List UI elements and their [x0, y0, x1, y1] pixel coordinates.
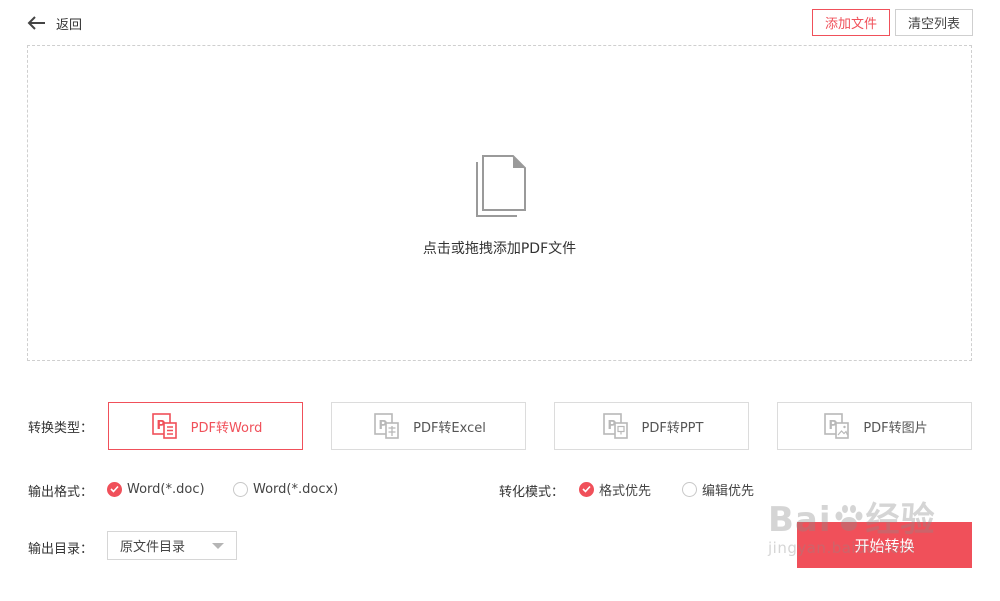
type-card-pdf-image[interactable]: P PDF转图片 [777, 402, 972, 450]
format-docx-label: Word(*.docx) [253, 481, 339, 497]
convert-type-label: 转换类型： [28, 421, 94, 436]
radio-checked-icon [107, 481, 122, 497]
radio-unchecked-icon [233, 481, 248, 497]
pdf-word-icon: P [151, 413, 177, 439]
type-card-pdf-word[interactable]: P PDF转Word [108, 402, 303, 450]
file-drop-zone[interactable]: 点击或拖拽添加PDF文件 [27, 45, 972, 361]
type-label-word: PDF转Word [190, 420, 263, 436]
output-format-label: 输出格式： [28, 485, 94, 500]
format-doc-label: Word(*.doc) [127, 481, 205, 497]
back-label: 返回 [56, 17, 83, 33]
mode-edit-first-label: 编辑优先 [702, 483, 755, 499]
mode-radio-format-first[interactable]: 格式优先 [579, 479, 651, 499]
format-radio-doc[interactable]: Word(*.doc) [107, 479, 205, 499]
radio-unchecked-icon [682, 481, 697, 497]
type-label-ppt: PDF转PPT [641, 420, 704, 436]
mode-format-first-label: 格式优先 [599, 483, 652, 499]
arrow-left-icon [27, 16, 45, 30]
pdf-ppt-icon: P [602, 413, 628, 439]
convert-mode-label: 转化模式： [499, 485, 565, 500]
type-card-pdf-excel[interactable]: P PDF转Excel [331, 402, 526, 450]
chevron-down-icon [212, 542, 224, 549]
add-file-button[interactable]: 添加文件 [812, 9, 890, 36]
type-label-image: PDF转图片 [863, 420, 928, 436]
pdf-excel-icon: P [374, 413, 399, 439]
pdf-image-icon: P [824, 413, 850, 439]
type-card-pdf-ppt[interactable]: P PDF转PPT [554, 402, 749, 450]
start-convert-button[interactable]: 开始转换 [797, 522, 972, 568]
output-dir-label: 输出目录： [28, 542, 94, 557]
mode-radio-edit-first[interactable]: 编辑优先 [682, 479, 754, 499]
format-radio-docx[interactable]: Word(*.docx) [233, 479, 338, 499]
output-dir-value: 原文件目录 [120, 540, 186, 555]
output-dir-select[interactable]: 原文件目录 [107, 531, 237, 560]
radio-checked-icon [579, 481, 594, 497]
type-label-excel: PDF转Excel [413, 420, 486, 436]
back-button[interactable]: 返回 [26, 12, 82, 34]
documents-icon [476, 155, 526, 217]
clear-list-button[interactable]: 清空列表 [895, 9, 973, 36]
drop-hint: 点击或拖拽添加PDF文件 [422, 241, 577, 257]
